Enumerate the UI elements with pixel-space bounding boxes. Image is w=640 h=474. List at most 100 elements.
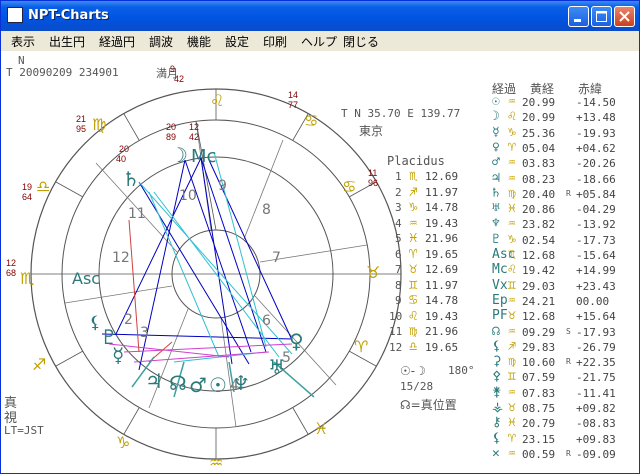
svg-text:♈: ♈ <box>354 337 368 356</box>
house-cusp-value: 12.69 <box>425 170 459 183</box>
close-button[interactable] <box>614 6 635 27</box>
svg-text:9: 9 <box>170 64 175 74</box>
longitude-value: 09.29 <box>522 325 556 339</box>
moon-glyph: ☽ <box>170 143 188 167</box>
svg-text:42: 42 <box>174 74 184 84</box>
longitude-value: 12.68 <box>522 310 556 324</box>
house-number: 4 <box>395 216 402 230</box>
sign-icon: ♒ <box>508 155 516 171</box>
sign-icon: ♉ <box>409 261 418 277</box>
menu-function[interactable]: 機能 <box>187 33 211 50</box>
menu-harmonic[interactable]: 調波 <box>149 33 173 50</box>
sign-icon: ♈ <box>508 430 516 446</box>
sign-icon: ♎ <box>409 338 418 355</box>
menu-transit[interactable]: 経過円 <box>99 33 135 50</box>
phase-fraction: 15/28 <box>400 380 434 393</box>
declination-value: -08.83 <box>576 417 616 431</box>
house-number: 1 <box>395 170 402 183</box>
longitude-value: 05.04 <box>522 141 556 155</box>
planet-icon: PF <box>492 308 508 324</box>
menu-view[interactable]: 表示 <box>11 33 35 50</box>
svg-text:40: 40 <box>116 154 126 164</box>
sign-icon: ♓ <box>508 201 516 217</box>
house-number: 7 <box>395 263 402 276</box>
declination-value: -14.50 <box>576 96 616 109</box>
planet-icon: ☉ <box>492 94 500 109</box>
declination-value: -11.41 <box>576 386 616 400</box>
sign-icon: ♉ <box>508 308 516 324</box>
longitude-header: 黄経 <box>530 82 555 96</box>
minimize-button[interactable] <box>568 6 589 27</box>
declination-value: -15.64 <box>576 249 616 262</box>
longitude-value: 24.21 <box>522 294 556 308</box>
jupiter-glyph: ♃ <box>145 369 163 393</box>
app-icon[interactable] <box>7 7 23 23</box>
declination-value: -17.73 <box>576 233 616 247</box>
svg-text:♋: ♋ <box>304 111 318 130</box>
menu-print[interactable]: 印刷 <box>263 33 287 50</box>
declination-value: +22.35 <box>576 356 616 370</box>
svg-text:19: 19 <box>22 182 32 192</box>
menu-settings[interactable]: 設定 <box>225 33 249 50</box>
longitude-value: 23.15 <box>522 432 556 446</box>
svg-text:10: 10 <box>179 188 197 204</box>
sign-icon: ♑ <box>508 124 516 140</box>
longitude-value: 23.82 <box>522 218 556 232</box>
title-bar[interactable]: NPT-Charts <box>1 1 639 31</box>
maximize-button[interactable] <box>591 6 612 27</box>
planet-icon: ♅ <box>492 201 500 217</box>
sign-icon: ♓ <box>409 230 418 246</box>
house-number: 8 <box>395 278 402 292</box>
declination-value: -09.09 <box>576 447 616 461</box>
svg-text:20: 20 <box>166 122 176 132</box>
menu-close[interactable]: 閉じる <box>343 33 379 50</box>
longitude-value: 03.83 <box>522 157 556 171</box>
window-title: NPT-Charts <box>28 8 109 23</box>
longitude-value: 02.54 <box>522 233 556 247</box>
svg-text:12: 12 <box>6 258 16 268</box>
declination-value: +05.84 <box>576 187 616 201</box>
retrograde-flag: R <box>566 188 571 198</box>
svg-text:95: 95 <box>76 124 86 134</box>
sign-icon: ♒ <box>409 214 418 231</box>
svg-text:5: 5 <box>282 350 291 366</box>
longitude-value: 19.42 <box>522 264 556 278</box>
house-cusp-value: 12.69 <box>425 263 459 276</box>
menu-help[interactable]: ヘルプ <box>301 33 337 50</box>
planet-icon: ♄ <box>492 185 500 201</box>
sign-icon: ♏ <box>409 168 418 184</box>
house-number: 3 <box>395 201 402 214</box>
declination-value: +14.99 <box>576 264 616 278</box>
planet-icon: ♃ <box>492 170 500 186</box>
svg-text:♎: ♎ <box>36 177 50 196</box>
sign-icon: ♒ <box>508 94 516 109</box>
timezone-label: LT=JST <box>4 424 44 437</box>
sign-icon: ♏ <box>508 247 516 262</box>
saturn-glyph: ♄ <box>122 167 140 191</box>
svg-text:♓: ♓ <box>314 419 328 438</box>
chart-canvas[interactable]: N T 20090209 234901 満月 T N 35.70 E 139.7… <box>4 52 637 472</box>
asc-glyph: Asc <box>72 269 100 288</box>
sign-icon: ♑ <box>508 231 516 247</box>
longitude-value: 29.03 <box>522 279 556 293</box>
svg-text:9: 9 <box>218 178 227 194</box>
longitude-value: 20.99 <box>522 111 556 125</box>
house-cusp-value: 14.78 <box>425 294 459 307</box>
house-cusp-value: 11.97 <box>425 278 459 292</box>
svg-text:2: 2 <box>124 312 133 328</box>
svg-text:♍: ♍ <box>92 115 106 134</box>
menu-natal[interactable]: 出生円 <box>49 33 85 50</box>
sign-icon: ♑ <box>409 199 418 215</box>
longitude-value: 12.68 <box>522 249 556 262</box>
longitude-value: 07.83 <box>522 386 556 400</box>
svg-text:21: 21 <box>76 114 86 124</box>
svg-text:20: 20 <box>119 144 129 154</box>
house-cusp-value: 19.43 <box>425 309 459 323</box>
planet-icon: Ep <box>492 292 508 308</box>
svg-text:11: 11 <box>128 206 146 222</box>
declination-value: +15.64 <box>576 310 616 324</box>
longitude-value: 20.40 <box>522 187 556 201</box>
house-cusp-value: 21.96 <box>425 325 459 338</box>
sign-icon: ♒ <box>508 323 516 339</box>
house-number: 11 <box>389 325 403 338</box>
